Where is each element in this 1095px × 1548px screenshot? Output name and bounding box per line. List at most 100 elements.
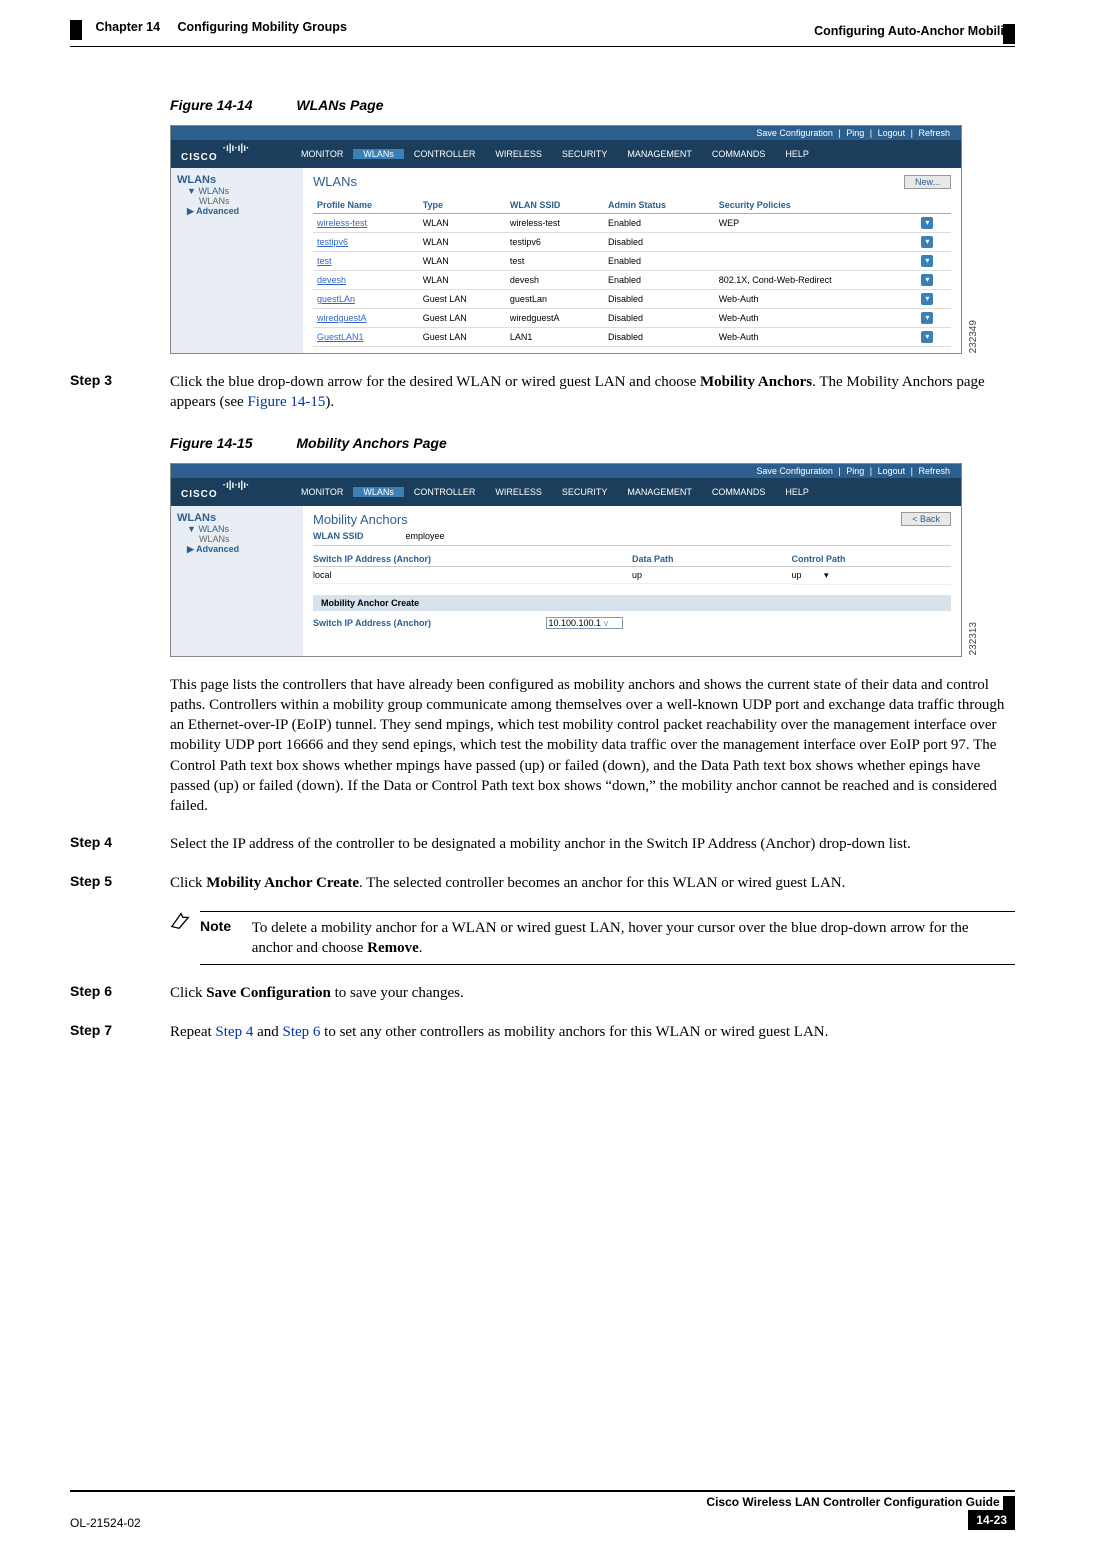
profile-link[interactable]: devesh xyxy=(313,271,419,290)
triangle-down-icon: ▼ xyxy=(187,186,196,196)
sidebar-item-advanced[interactable]: ▶ Advanced xyxy=(177,206,297,217)
menu-monitor[interactable]: MONITOR xyxy=(291,487,353,497)
figure-id: 232313 xyxy=(968,622,979,655)
menu-wlans[interactable]: WLANs xyxy=(353,149,404,159)
logout-link[interactable]: Logout xyxy=(878,466,906,476)
triangle-right-icon: ▶ xyxy=(187,544,194,554)
dropdown-arrow-icon[interactable]: ▾ xyxy=(921,312,933,324)
table-row: testWLANtestEnabled▾ xyxy=(313,252,951,271)
screenshot-topbar: Save Configuration | Ping | Logout | Ref… xyxy=(171,126,961,140)
figure-caption: Figure 14-14 WLANs Page xyxy=(170,97,1015,113)
dropdown-arrow-icon[interactable]: ▾ xyxy=(921,255,933,267)
menu-controller[interactable]: CONTROLLER xyxy=(404,487,486,497)
col-admin: Admin Status xyxy=(604,197,715,214)
menu-commands[interactable]: COMMANDS xyxy=(702,149,776,159)
footer-bar-icon xyxy=(1003,1496,1015,1510)
dropdown-arrow-icon[interactable]: ▾ xyxy=(921,331,933,343)
sidebar-item-wlans[interactable]: ▼ WLANs xyxy=(177,524,297,534)
note-text: To delete a mobility anchor for a WLAN o… xyxy=(252,918,1012,959)
content-title-row: Mobility Anchors < Back xyxy=(313,512,951,527)
ping-link[interactable]: Ping xyxy=(846,466,864,476)
create-row: Switch IP Address (Anchor) 10.100.100.1 … xyxy=(313,611,951,635)
screenshot-topbar: Save Configuration | Ping | Logout | Ref… xyxy=(171,464,961,478)
profile-link[interactable]: wireless-test xyxy=(313,214,419,233)
anchors-columns: Switch IP Address (Anchor) local Data Pa… xyxy=(313,554,951,585)
menu-wireless[interactable]: WIRELESS xyxy=(485,149,552,159)
menu-wireless[interactable]: WIRELESS xyxy=(485,487,552,497)
cisco-logo: ·ı|ı·ı|ı· CISCO xyxy=(171,483,291,500)
wlans-table: Profile Name Type WLAN SSID Admin Status… xyxy=(313,197,951,347)
step-6: Step 6 Click Save Configuration to save … xyxy=(70,983,1015,1003)
menu-wlans[interactable]: WLANs xyxy=(353,487,404,497)
step-7: Step 7 Repeat Step 4 and Step 6 to set a… xyxy=(70,1022,1015,1042)
col-ssid: WLAN SSID xyxy=(506,197,604,214)
dropdown-arrow-icon[interactable]: ▾ xyxy=(921,293,933,305)
menu-security[interactable]: SECURITY xyxy=(552,149,618,159)
menu-management[interactable]: MANAGEMENT xyxy=(617,487,702,497)
logout-link[interactable]: Logout xyxy=(878,128,906,138)
section-title: Configuring Auto-Anchor Mobility xyxy=(814,24,1015,38)
profile-link[interactable]: test xyxy=(313,252,419,271)
screenshot-mobility-anchors-page: 232313 Save Configuration | Ping | Logou… xyxy=(170,463,962,657)
profile-link[interactable]: wiredguestA xyxy=(313,309,419,328)
back-button[interactable]: < Back xyxy=(901,512,951,526)
sidebar-subitem-wlans[interactable]: WLANs xyxy=(177,196,297,206)
doc-id: OL-21524-02 xyxy=(70,1516,141,1530)
figure-link[interactable]: Figure 14-15 xyxy=(247,394,325,410)
table-row: wireless-testWLANwireless-testEnabledWEP… xyxy=(313,214,951,233)
screenshot-menubar: ·ı|ı·ı|ı· CISCO MONITOR WLANs CONTROLLER… xyxy=(171,140,961,168)
new-button[interactable]: New... xyxy=(904,175,951,189)
dropdown-arrow-icon[interactable]: ▾ xyxy=(921,236,933,248)
triangle-right-icon: ▶ xyxy=(187,206,194,216)
menu-commands[interactable]: COMMANDS xyxy=(702,487,776,497)
menu-monitor[interactable]: MONITOR xyxy=(291,149,353,159)
ssid-row: WLAN SSID employee xyxy=(313,527,951,546)
table-row: wiredguestAGuest LANwiredguestADisabledW… xyxy=(313,309,951,328)
dropdown-arrow-icon[interactable]: ▾ xyxy=(921,274,933,286)
menu-security[interactable]: SECURITY xyxy=(552,487,618,497)
page-footer: OL-21524-02 Cisco Wireless LAN Controlle… xyxy=(70,1490,1015,1530)
figure-title: WLANs Page xyxy=(296,97,383,113)
step-link[interactable]: Step 4 xyxy=(215,1024,253,1040)
menu-help[interactable]: HELP xyxy=(775,487,819,497)
content-title: Mobility Anchors xyxy=(313,512,408,527)
step-4: Step 4 Select the IP address of the cont… xyxy=(70,834,1015,854)
sidebar-item-wlans[interactable]: ▼ WLANs xyxy=(177,186,297,196)
profile-link[interactable]: GuestLAN1 xyxy=(313,328,419,347)
figure-title: Mobility Anchors Page xyxy=(296,435,446,451)
cisco-logo: ·ı|ı·ı|ı· CISCO xyxy=(171,146,291,163)
screenshot-menubar: ·ı|ı·ı|ı· CISCO MONITOR WLANs CONTROLLER… xyxy=(171,478,961,506)
note-icon xyxy=(170,911,196,936)
chapter-number: Chapter 14 xyxy=(95,20,160,34)
refresh-link[interactable]: Refresh xyxy=(918,128,950,138)
save-config-link[interactable]: Save Configuration xyxy=(756,128,833,138)
col-control-path: Control Path xyxy=(792,554,952,567)
menu-management[interactable]: MANAGEMENT xyxy=(617,149,702,159)
sidebar-item-advanced[interactable]: ▶ Advanced xyxy=(177,544,297,555)
step-label: Step 7 xyxy=(70,1022,170,1042)
step-label: Step 6 xyxy=(70,983,170,1003)
step-body: Click Mobility Anchor Create. The select… xyxy=(170,873,1015,893)
save-config-link[interactable]: Save Configuration xyxy=(756,466,833,476)
content-title: WLANs xyxy=(313,174,357,189)
screenshot-wlans-page: 232349 Save Configuration | Ping | Logou… xyxy=(170,125,962,354)
ssid-value: employee xyxy=(406,531,445,541)
figure-number: Figure 14-14 xyxy=(170,97,252,113)
refresh-link[interactable]: Refresh xyxy=(918,466,950,476)
profile-link[interactable]: testipv6 xyxy=(313,233,419,252)
dropdown-arrow-icon[interactable]: ▾ xyxy=(921,217,933,229)
ping-link[interactable]: Ping xyxy=(846,128,864,138)
step-body: Select the IP address of the controller … xyxy=(170,834,1015,854)
col-switch-ip: Switch IP Address (Anchor) xyxy=(313,554,632,567)
col-data-path: Data Path xyxy=(632,554,792,567)
menu-controller[interactable]: CONTROLLER xyxy=(404,149,486,159)
table-row: GuestLAN1Guest LANLAN1DisabledWeb-Auth▾ xyxy=(313,328,951,347)
menu-help[interactable]: HELP xyxy=(775,149,819,159)
step-link[interactable]: Step 6 xyxy=(283,1024,321,1040)
switch-ip-dropdown[interactable]: 10.100.100.1 v xyxy=(546,617,624,629)
mobility-anchor-create-bar: Mobility Anchor Create xyxy=(313,595,951,611)
profile-link[interactable]: guestLAn xyxy=(313,290,419,309)
sidebar-subitem-wlans[interactable]: WLANs xyxy=(177,534,297,544)
dropdown-arrow-icon[interactable]: ▾ xyxy=(824,570,829,580)
sidebar-heading: WLANs xyxy=(177,512,297,524)
